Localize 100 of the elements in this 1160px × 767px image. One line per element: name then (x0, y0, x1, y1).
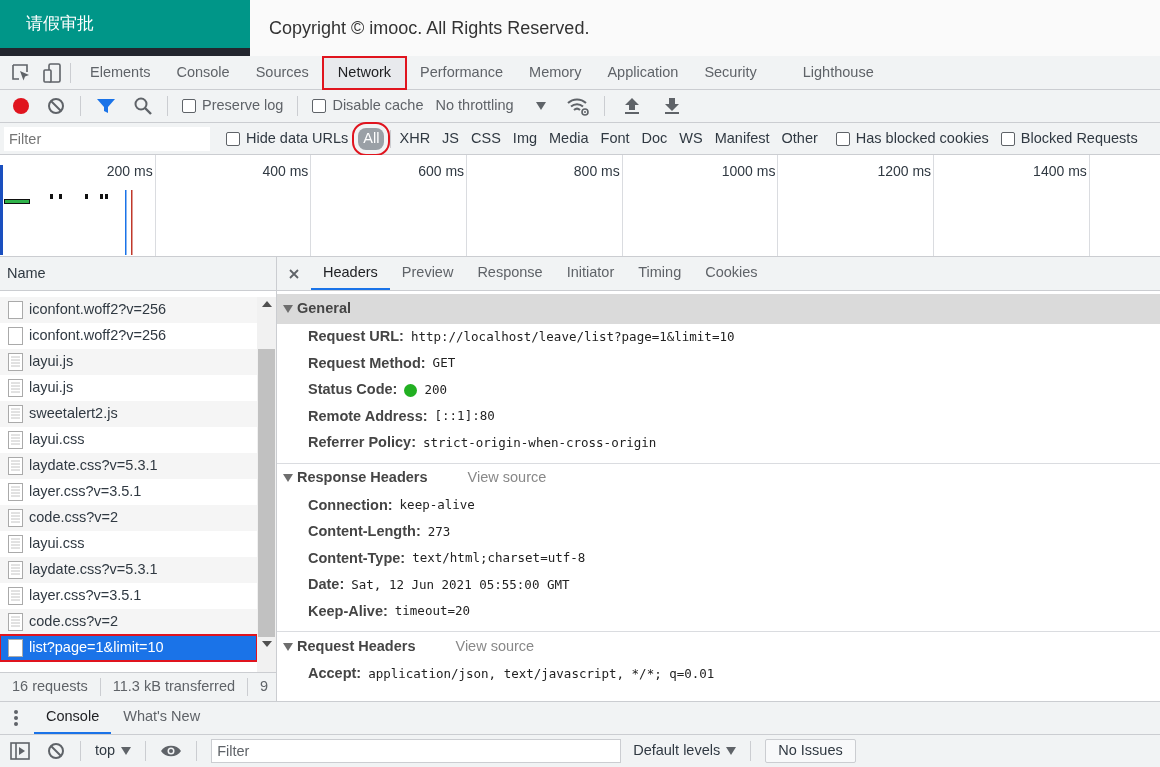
page-title: 请假审批 (26, 13, 94, 36)
type-filter[interactable]: Doc (635, 127, 674, 150)
request-row[interactable]: layui.js (0, 349, 257, 375)
filter-field[interactable]: Filter (4, 126, 210, 151)
header-value: Sat, 12 Jun 2021 05:55:00 GMT (351, 575, 570, 594)
header-name: Keep-Alive: (308, 601, 388, 621)
file-icon (8, 379, 23, 397)
header-name: Content-Length: (308, 522, 421, 542)
search-icon[interactable] (133, 96, 153, 116)
file-icon (8, 535, 23, 553)
detail-tab[interactable]: Cookies (693, 257, 770, 290)
issues-button[interactable]: No Issues (765, 739, 856, 763)
levels-dropdown[interactable]: Default levels (633, 740, 737, 762)
type-filter[interactable]: CSS (465, 127, 507, 150)
sidebar-toggle-icon[interactable] (10, 742, 30, 760)
upload-icon[interactable] (622, 96, 641, 116)
context-dropdown[interactable]: top (95, 740, 132, 762)
header-value: GET (432, 354, 456, 373)
section-header[interactable]: Request Headers View source (277, 631, 1160, 661)
device-icon[interactable] (42, 61, 64, 84)
summary-text: 9 (259, 677, 270, 697)
file-icon (8, 587, 23, 605)
checkbox[interactable]: Disable cache (312, 95, 424, 117)
devtools-tab[interactable]: Performance (407, 55, 517, 90)
type-filter[interactable]: JS (436, 127, 466, 150)
view-source-link[interactable]: View source (467, 467, 547, 489)
scroll-down-icon[interactable] (261, 641, 272, 647)
clear-icon[interactable] (46, 741, 66, 761)
detail-tab[interactable]: Preview (389, 257, 466, 290)
header-name: Content-Type: (308, 548, 406, 568)
footer-text: Copyright © imooc. All Rights Reserved. (269, 16, 590, 40)
caret-icon (535, 102, 546, 110)
file-icon (8, 353, 23, 371)
type-filter[interactable]: WS (673, 127, 709, 150)
request-row[interactable]: laydate.css?v=5.3.1 (0, 453, 257, 479)
header-value: http://localhost/leave/list?page=1&limit=10 (410, 327, 735, 346)
type-filter[interactable]: XHR (393, 127, 437, 150)
detail-tab[interactable]: Timing (626, 257, 694, 290)
more-icon[interactable] (14, 709, 18, 727)
file-icon (8, 561, 23, 579)
file-icon (8, 483, 23, 501)
type-filter[interactable]: Img (506, 127, 544, 150)
checkbox[interactable]: Blocked Requests (1000, 127, 1138, 150)
detail-tab[interactable]: Response (465, 257, 555, 290)
type-filter[interactable]: Media (543, 127, 595, 150)
record-button[interactable] (10, 95, 32, 117)
drawer-tab[interactable]: What's New (111, 702, 213, 734)
request-row[interactable]: list?page=1&limit=10 (0, 635, 257, 661)
request-row[interactable]: iconfont.woff2?v=256 (0, 297, 257, 323)
clear-icon[interactable] (46, 96, 66, 116)
triangle-icon (283, 474, 293, 482)
throttling-dropdown[interactable]: No throttling (435, 95, 552, 117)
devtools-tab[interactable]: Sources (242, 55, 322, 90)
file-icon (8, 301, 23, 319)
summary-text: 16 requests (11, 677, 89, 697)
devtools-tab[interactable]: Application (594, 55, 692, 90)
caret-icon (121, 747, 132, 755)
checkbox[interactable]: Preserve log (182, 95, 284, 117)
type-filter[interactable]: Manifest (708, 127, 776, 150)
network-conditions-icon[interactable] (565, 96, 590, 116)
checkbox[interactable]: Hide data URLs (226, 127, 349, 150)
request-row[interactable]: code.css?v=2 (0, 609, 257, 635)
file-icon (8, 327, 23, 345)
triangle-icon (283, 642, 293, 651)
header-value: [::1]:80 (434, 407, 495, 426)
checkbox[interactable]: Has blocked cookies (835, 127, 989, 150)
detail-tab[interactable]: Headers (311, 257, 390, 290)
header-name: Request Method: (308, 353, 426, 373)
devtools-tab[interactable]: Console (163, 55, 243, 90)
scroll-up-icon[interactable] (261, 301, 272, 307)
detail-tab[interactable]: Initiator (554, 257, 627, 290)
console-filter-field[interactable]: Filter (211, 739, 622, 763)
header-name: Remote Address: (308, 406, 428, 426)
header-value: application/json, text/javascript, */*; q=0.01 (368, 664, 715, 683)
section-header[interactable]: General (277, 294, 1160, 324)
scrollbar[interactable] (257, 297, 276, 672)
file-icon (8, 509, 23, 527)
request-row[interactable]: code.css?v=2 (0, 505, 257, 531)
column-header[interactable]: Name (0, 257, 276, 291)
request-row[interactable]: laydate.css?v=5.3.1 (0, 557, 257, 583)
download-icon[interactable] (662, 96, 681, 116)
request-row[interactable]: sweetalert2.js (0, 401, 257, 427)
eye-icon[interactable] (160, 744, 183, 758)
header-value: keep-alive (399, 496, 475, 515)
timeline-tick-label: 600 ms (418, 162, 465, 180)
header-name: Accept: (308, 664, 362, 684)
close-icon (289, 268, 299, 279)
devtools-tab[interactable]: Memory (516, 55, 595, 90)
devtools-tab[interactable]: Lighthouse (789, 55, 887, 90)
header-name: Request URL: (308, 327, 404, 347)
type-filter[interactable]: Font (594, 127, 636, 150)
section-header[interactable]: Response Headers View source (277, 462, 1160, 493)
timeline-tick-label: 800 ms (573, 162, 620, 180)
devtools-tab[interactable]: Network (321, 55, 408, 90)
timeline-tick-label: 1000 ms (721, 162, 776, 180)
devtools-tab[interactable]: Security (691, 55, 770, 90)
view-source-link[interactable]: View source (455, 635, 535, 658)
devtools-tab[interactable]: Elements (77, 55, 164, 90)
type-filter[interactable]: Other (775, 127, 824, 150)
header-value: 200 (424, 380, 447, 399)
